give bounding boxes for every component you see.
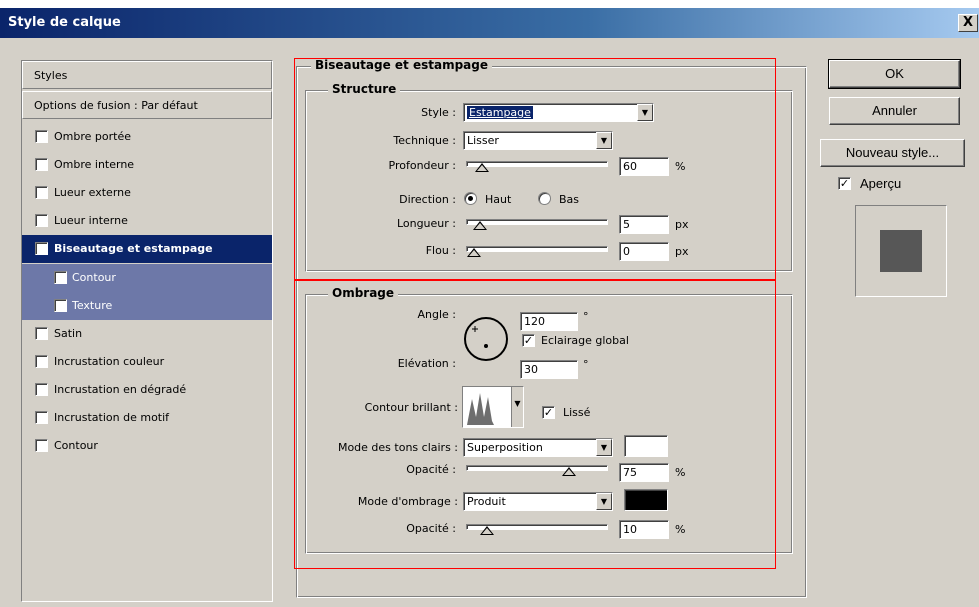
style-item-gradient-overlay[interactable]: Incrustation en dégradé — [22, 376, 272, 404]
close-icon: X — [962, 15, 974, 30]
style-item-label: Ombre portée — [54, 130, 131, 143]
style-item-color-overlay[interactable]: Incrustation couleur — [22, 348, 272, 376]
style-item-label: Incrustation couleur — [54, 355, 165, 368]
style-item-label: Incrustation en dégradé — [54, 383, 187, 396]
style-item-bevel-contour[interactable]: Contour — [22, 264, 272, 292]
annotation-outline-shading — [294, 280, 776, 569]
bevel-emboss-checkbox[interactable]: ✓ — [35, 242, 48, 255]
styles-header[interactable]: Styles — [22, 61, 272, 89]
preview-swatch — [880, 230, 922, 272]
outer-glow-checkbox[interactable] — [35, 186, 48, 199]
style-item-satin[interactable]: Satin — [22, 320, 272, 348]
stroke-checkbox[interactable] — [35, 439, 48, 452]
close-button[interactable]: X — [958, 14, 978, 32]
pattern-overlay-checkbox[interactable] — [35, 411, 48, 424]
style-item-label: Lueur externe — [54, 186, 131, 199]
inner-glow-checkbox[interactable] — [35, 214, 48, 227]
drop-shadow-checkbox[interactable] — [35, 130, 48, 143]
style-item-label: Texture — [72, 299, 113, 312]
style-item-label: Ombre interne — [54, 158, 135, 171]
layer-style-dialog: Style de calque X Styles Options de fusi… — [0, 8, 979, 607]
style-item-inner-glow[interactable]: Lueur interne — [22, 207, 272, 235]
annotation-outline-structure — [294, 58, 776, 280]
style-item-drop-shadow[interactable]: Ombre portée — [22, 123, 272, 151]
new-style-button[interactable]: Nouveau style... — [820, 139, 965, 167]
ok-button[interactable]: OK — [828, 59, 961, 89]
style-item-outer-glow[interactable]: Lueur externe — [22, 179, 272, 207]
style-preview — [855, 205, 947, 297]
style-item-inner-shadow[interactable]: Ombre interne — [22, 151, 272, 179]
inner-shadow-checkbox[interactable] — [35, 158, 48, 171]
blend-options-label: Options de fusion : Par défaut — [34, 99, 198, 112]
window-title: Style de calque — [8, 15, 121, 30]
cancel-button[interactable]: Annuler — [829, 97, 960, 125]
satin-checkbox[interactable] — [35, 327, 48, 340]
color-overlay-checkbox[interactable] — [35, 355, 48, 368]
style-item-pattern-overlay[interactable]: Incrustation de motif — [22, 404, 272, 432]
style-item-label: Contour — [72, 271, 116, 284]
texture-checkbox[interactable] — [54, 299, 67, 312]
styles-list: Styles Options de fusion : Par défaut Om… — [21, 60, 273, 602]
style-item-label: Biseautage et estampage — [54, 242, 213, 255]
style-item-label: Satin — [54, 327, 83, 340]
style-item-label: Lueur interne — [54, 214, 128, 227]
title-bar[interactable]: Style de calque X — [0, 8, 979, 38]
preview-checkbox[interactable]: ✓ — [838, 177, 851, 190]
style-item-bevel-emboss[interactable]: ✓ Biseautage et estampage — [22, 235, 272, 263]
style-item-label: Incrustation de motif — [54, 411, 170, 424]
bevel-contour-checkbox[interactable] — [54, 271, 67, 284]
gradient-overlay-checkbox[interactable] — [35, 383, 48, 396]
styles-header-label: Styles — [34, 69, 68, 82]
style-item-stroke[interactable]: Contour — [22, 432, 272, 460]
style-item-label: Contour — [54, 439, 98, 452]
style-item-texture[interactable]: Texture — [22, 292, 272, 320]
preview-label: Aperçu — [860, 176, 902, 191]
blend-options-item[interactable]: Options de fusion : Par défaut — [22, 91, 272, 119]
